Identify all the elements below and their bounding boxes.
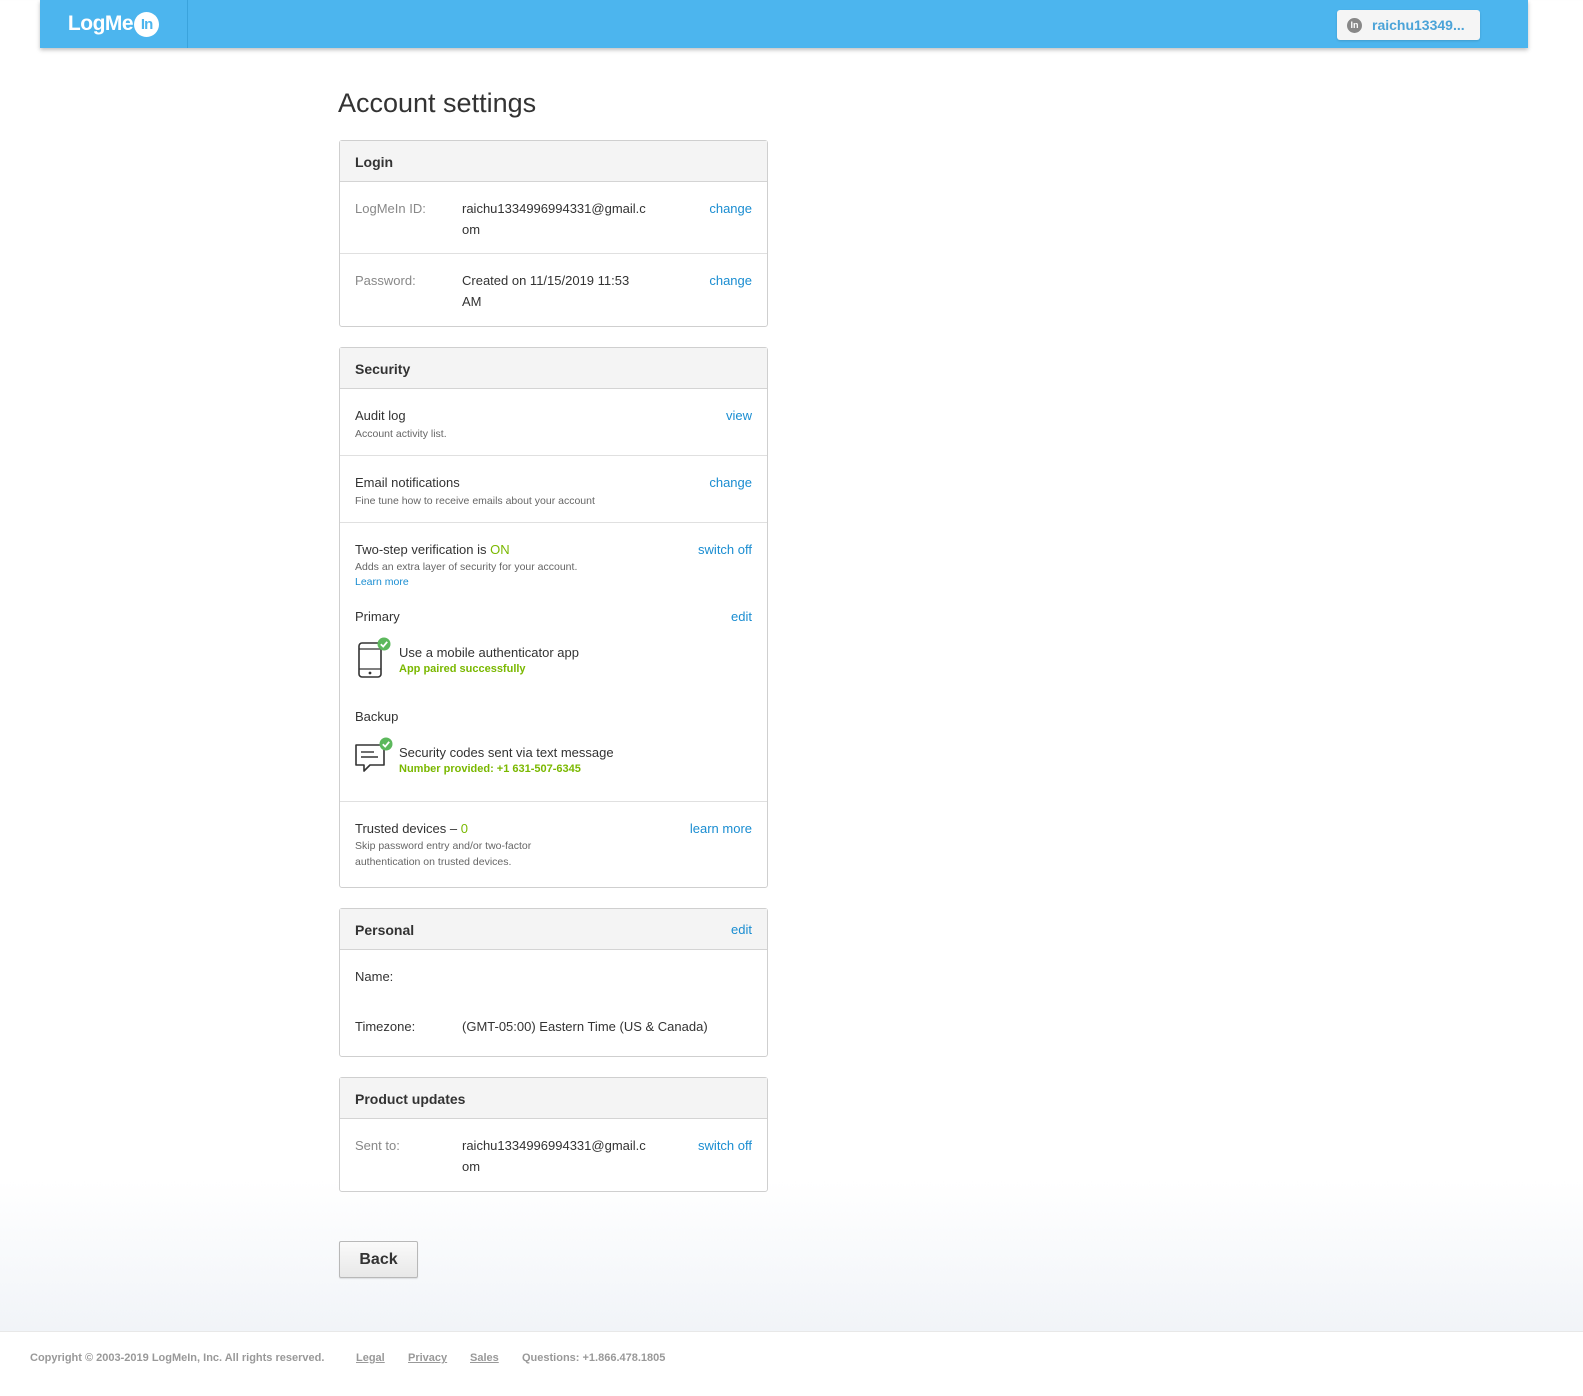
footer-legal-link[interactable]: Legal bbox=[356, 1352, 385, 1364]
logo-badge: In bbox=[134, 11, 160, 37]
backup-method-label: Backup bbox=[355, 709, 399, 724]
back-button[interactable]: Back bbox=[339, 1241, 418, 1278]
timezone-label: Timezone: bbox=[355, 1019, 416, 1034]
logo-text: LogMe bbox=[67, 12, 134, 35]
login-panel-title: Login bbox=[355, 154, 394, 170]
backup-method-name: Security codes sent via text message bbox=[399, 745, 614, 760]
footer-privacy-link[interactable]: Privacy bbox=[408, 1352, 447, 1364]
logmein-id-value: raichu1334996994331@gmail.c om bbox=[462, 198, 646, 240]
email-notifications-title: Email notifications bbox=[355, 475, 460, 490]
password-value: Created on 11/15/2019 11:53 AM bbox=[462, 270, 629, 312]
personal-panel: Personal edit Name: Timezone: (GMT-05:00… bbox=[339, 908, 768, 1057]
footer: Copyright © 2003-2019 LogMeIn, Inc. All … bbox=[0, 1331, 1583, 1396]
change-email-notifications-link[interactable]: change bbox=[709, 475, 752, 490]
password-label: Password: bbox=[355, 273, 416, 288]
logmein-id-row: LogMeIn ID: raichu1334996994331@gmail.c … bbox=[340, 182, 767, 254]
edit-primary-method-link[interactable]: edit bbox=[731, 609, 752, 624]
logmein-logo[interactable]: LogMe In bbox=[40, 0, 188, 48]
sent-to-value-line2: om bbox=[462, 1159, 481, 1174]
primary-method-name: Use a mobile authenticator app bbox=[399, 645, 579, 660]
product-updates-panel-title: Product updates bbox=[355, 1091, 466, 1107]
sent-to-value: raichu1334996994331@gmail.c om bbox=[462, 1135, 646, 1177]
trusted-devices-count: 0 bbox=[460, 821, 468, 836]
two-step-status: ON bbox=[490, 542, 510, 557]
change-logmein-id-link[interactable]: change bbox=[709, 201, 752, 216]
product-updates-panel: Product updates Sent to: raichu133499699… bbox=[339, 1077, 768, 1192]
user-avatar-icon: In bbox=[1347, 17, 1362, 33]
mobile-phone-check-icon bbox=[356, 637, 394, 684]
two-step-verification-row: Two-step verification is ON Adds an extr… bbox=[340, 523, 767, 802]
trusted-devices-learn-more-link[interactable]: learn more bbox=[690, 821, 752, 836]
password-value-line2: AM bbox=[462, 294, 482, 309]
footer-questions: Questions: +1.866.478.1805 bbox=[522, 1352, 666, 1364]
name-label: Name: bbox=[355, 969, 394, 984]
two-step-switch-off-link[interactable]: switch off bbox=[698, 542, 752, 557]
view-audit-log-link[interactable]: view bbox=[726, 408, 752, 423]
user-name: raichu13349... bbox=[1372, 17, 1465, 33]
trusted-devices-row: Trusted devices – 0 Skip password entry … bbox=[340, 802, 767, 887]
logmein-id-label: LogMeIn ID: bbox=[355, 201, 426, 216]
footer-copyright: Copyright © 2003-2019 LogMeIn, Inc. All … bbox=[30, 1352, 325, 1364]
two-step-description: Adds an extra layer of security for your… bbox=[355, 561, 578, 573]
audit-log-description: Account activity list. bbox=[355, 428, 447, 440]
personal-panel-header: Personal edit bbox=[340, 909, 767, 950]
password-value-line1: Created on 11/15/2019 11:53 bbox=[462, 273, 630, 288]
login-panel: Login LogMeIn ID: raichu1334996994331@gm… bbox=[339, 140, 768, 327]
logmein-id-value-line1: raichu1334996994331@gmail.c bbox=[462, 201, 646, 216]
product-updates-switch-off-link[interactable]: switch off bbox=[698, 1138, 752, 1153]
page-title: Account settings bbox=[338, 88, 537, 118]
password-row: Password: Created on 11/15/2019 11:53 AM… bbox=[340, 254, 767, 326]
primary-method-status: App paired successfully bbox=[399, 663, 526, 675]
product-updates-panel-header: Product updates bbox=[340, 1078, 767, 1119]
security-panel-header: Security bbox=[340, 348, 767, 389]
product-updates-row: Sent to: raichu1334996994331@gmail.c om … bbox=[340, 1119, 767, 1191]
primary-method-label: Primary bbox=[355, 609, 400, 624]
audit-log-row: Audit log Account activity list. view bbox=[340, 389, 767, 456]
personal-panel-title: Personal bbox=[355, 922, 415, 938]
email-notifications-description: Fine tune how to receive emails about yo… bbox=[355, 495, 595, 507]
user-menu-button[interactable]: In raichu13349... bbox=[1337, 10, 1480, 40]
email-notifications-row: Email notifications Fine tune how to rec… bbox=[340, 456, 767, 523]
security-panel: Security Audit log Account activity list… bbox=[339, 347, 768, 888]
two-step-title-text: Two-step verification is bbox=[355, 542, 487, 557]
sent-to-label: Sent to: bbox=[355, 1138, 400, 1153]
footer-sales-link[interactable]: Sales bbox=[470, 1352, 499, 1364]
backup-method-status: Number provided: +1 631-507-6345 bbox=[399, 763, 581, 775]
top-navigation-bar: LogMe In In raichu13349... bbox=[40, 0, 1528, 48]
sent-to-value-line1: raichu1334996994331@gmail.c bbox=[462, 1138, 646, 1153]
trusted-devices-description-line2: authentication on trusted devices. bbox=[355, 856, 512, 868]
trusted-devices-description-line1: Skip password entry and/or two-factor bbox=[355, 840, 532, 852]
edit-personal-link[interactable]: edit bbox=[731, 922, 752, 937]
audit-log-title: Audit log bbox=[355, 408, 406, 423]
text-message-check-icon bbox=[354, 737, 394, 780]
two-step-learn-more-link[interactable]: Learn more bbox=[355, 576, 409, 588]
security-panel-title: Security bbox=[355, 361, 411, 377]
trusted-devices-title: Trusted devices – 0 bbox=[355, 821, 468, 836]
logmein-id-value-line2: om bbox=[462, 222, 481, 237]
two-step-title: Two-step verification is ON bbox=[355, 542, 510, 557]
trusted-devices-title-text: Trusted devices – bbox=[355, 821, 458, 836]
timezone-value: (GMT-05:00) Eastern Time (US & Canada) bbox=[462, 1019, 708, 1034]
personal-panel-body: Name: Timezone: (GMT-05:00) Eastern Time… bbox=[340, 950, 767, 1056]
change-password-link[interactable]: change bbox=[709, 273, 752, 288]
login-panel-header: Login bbox=[340, 141, 767, 182]
